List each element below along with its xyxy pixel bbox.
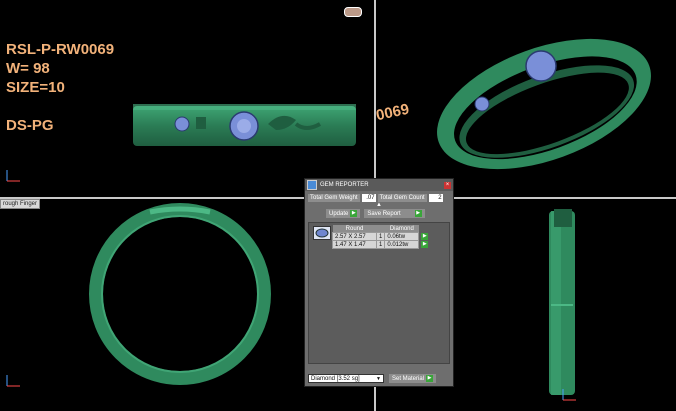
gem-report-table: Round Diamond 2.57 X 2.57 1 0.06tw ▶ 1.4…	[332, 225, 431, 249]
gem-reporter-panel[interactable]: GEM REPORTER × Total Gem Weight .07 Tota…	[304, 178, 454, 387]
table-row[interactable]: 1.47 X 1.47 1 0.012tw ▶	[332, 240, 431, 249]
table-cell: 0.012tw	[384, 240, 420, 249]
save-report-label: Save Report	[367, 210, 401, 217]
axis-indicator	[560, 387, 580, 405]
table-header: Diamond	[384, 225, 419, 233]
material-select[interactable]: Diamond [3.52 sg] ▼	[308, 374, 384, 383]
axis-indicator	[4, 168, 24, 186]
table-row[interactable]: 2.57 X 2.57 1 0.06tw ▶	[332, 232, 431, 241]
gem-reporter-titlebar[interactable]: GEM REPORTER ×	[305, 179, 453, 191]
chevron-down-icon: ▼	[376, 375, 381, 382]
gem-reporter-icon	[307, 180, 317, 190]
close-icon[interactable]: ×	[444, 181, 451, 189]
table-cell: 1.47 X 1.47	[332, 240, 377, 249]
logo-icon	[344, 7, 362, 17]
update-label: Update	[329, 210, 349, 217]
viewport-perspective[interactable]: 0069	[376, 0, 676, 197]
set-material-label: Set Material	[392, 375, 425, 382]
table-cell: 1	[375, 240, 386, 249]
table-cell: 2.57 X 2.57	[332, 232, 377, 241]
round-gem-icon	[313, 226, 331, 240]
gem-report-area[interactable]: Round Diamond 2.57 X 2.57 1 0.06tw ▶ 1.4…	[308, 222, 450, 364]
table-cell: 0.06tw	[384, 232, 420, 241]
go-arrow-icon: ▶	[426, 375, 434, 382]
update-button[interactable]: Update ▶	[326, 209, 361, 218]
save-report-button[interactable]: Save Report ▶	[364, 209, 425, 218]
table-header: Round	[332, 225, 377, 233]
ring-front-view	[133, 104, 356, 146]
gem-reporter-title: GEM REPORTER	[320, 182, 369, 188]
expand-toggle-icon[interactable]: ▲	[305, 202, 453, 209]
main-gem	[525, 50, 557, 82]
side-gem	[174, 116, 190, 132]
total-gem-weight-value: .07	[361, 194, 376, 202]
table-cell: 1	[375, 232, 386, 241]
viewport-tag[interactable]: rough Finger	[0, 199, 41, 209]
total-gem-weight-label: Total Gem Weight	[308, 194, 360, 202]
table-header	[376, 225, 385, 233]
viewport-front[interactable]: RSL-P-RW0069 W= 98 SIZE=10 DS-PG	[0, 0, 374, 197]
go-arrow-icon: ▶	[414, 210, 422, 217]
total-gem-count-label: Total Gem Count	[377, 194, 427, 202]
side-gem	[474, 96, 490, 112]
set-material-button[interactable]: Set Material ▶	[389, 374, 437, 383]
material-select-value: Diamond [3.52 sg]	[311, 375, 360, 382]
go-arrow-icon[interactable]: ▶	[421, 241, 429, 248]
go-arrow-icon: ▶	[350, 210, 358, 217]
ring-perspective-view	[437, 38, 651, 170]
total-gem-count-value: 2	[428, 194, 443, 202]
go-arrow-icon[interactable]: ▶	[421, 233, 429, 240]
axis-indicator	[4, 373, 24, 391]
